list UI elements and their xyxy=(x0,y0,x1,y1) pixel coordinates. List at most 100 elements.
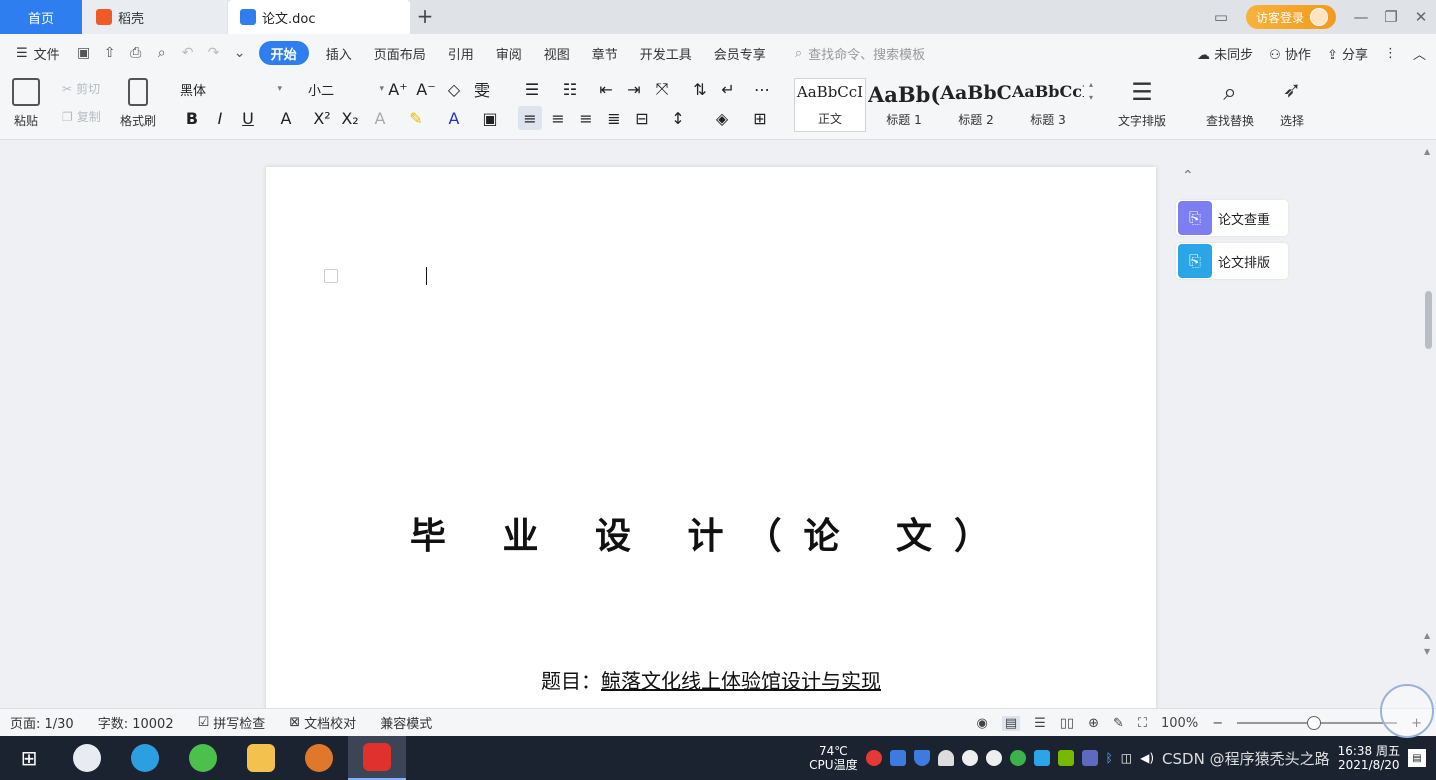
page-indicator[interactable]: 页面: 1/30 xyxy=(10,713,74,732)
grow-font-icon[interactable]: A⁺ xyxy=(386,77,410,101)
customize-icon[interactable]: ⌄ xyxy=(227,34,253,72)
clock[interactable]: 16:38 周五 2021/8/20 xyxy=(1338,744,1400,772)
qq-icon[interactable] xyxy=(985,750,1002,766)
print-preview-icon[interactable]: ⌕ xyxy=(149,34,175,72)
vertical-scrollbar[interactable]: ▲ ▲ ▼ xyxy=(1421,141,1436,708)
shield-icon[interactable] xyxy=(913,750,930,766)
line-spacing-icon[interactable]: ↕ xyxy=(666,106,690,130)
fit-page-icon[interactable]: ⛶ xyxy=(1138,716,1147,731)
tab-stops-icon[interactable]: ⋯ xyxy=(750,77,774,101)
tab-home[interactable]: 首页 xyxy=(0,0,82,34)
wechat-icon[interactable] xyxy=(1009,750,1026,766)
zoom-out-icon[interactable]: − xyxy=(1212,716,1223,731)
taskbar-app-ie[interactable] xyxy=(116,736,174,780)
menu-references[interactable]: 引用 xyxy=(437,34,485,72)
taskbar-app-browser[interactable] xyxy=(174,736,232,780)
copy-button[interactable]: ❐ 复制 xyxy=(62,108,101,125)
menu-view[interactable]: 视图 xyxy=(533,34,581,72)
taskbar-app-fan[interactable] xyxy=(58,736,116,780)
align-right-icon[interactable]: ≡ xyxy=(574,106,598,130)
char-border-icon[interactable]: ▣ xyxy=(478,106,502,130)
cut-button[interactable]: ✂ 剪切 xyxy=(62,80,100,97)
style-heading1[interactable]: AaBb( 标题 1 xyxy=(868,78,940,132)
bullet-list-icon[interactable]: ☰ xyxy=(520,77,544,101)
styles-scroll[interactable]: ▴ ▾ xyxy=(1089,80,1093,102)
text-direction-icon[interactable]: ⇅ xyxy=(688,77,712,101)
eye-protect-icon[interactable]: ◉ xyxy=(976,716,987,731)
distribute-icon[interactable]: ⊟ xyxy=(630,106,654,130)
highlight-icon[interactable]: ✎ xyxy=(404,106,428,130)
edit-icon[interactable]: ✎ xyxy=(1113,716,1124,731)
strikethrough-icon[interactable]: A xyxy=(274,106,298,130)
menu-start[interactable]: 开始 xyxy=(258,41,309,65)
numbered-list-icon[interactable]: ☷ xyxy=(558,77,582,101)
network-icon[interactable]: ◫ xyxy=(1121,751,1132,765)
tray-app-icon[interactable] xyxy=(889,750,906,766)
page-view-icon[interactable]: ▤ xyxy=(1001,715,1021,731)
taskbar-app-game[interactable] xyxy=(290,736,348,780)
italic-icon[interactable]: I xyxy=(208,106,232,130)
spell-check-button[interactable]: ☑ 拼写检查 xyxy=(198,713,266,732)
find-replace-button[interactable]: ⌕ 查找替换 xyxy=(1206,78,1254,129)
underline-icon[interactable]: U xyxy=(236,106,260,130)
menu-developer[interactable]: 开发工具 xyxy=(629,34,703,72)
scroll-up-icon[interactable]: ▲ xyxy=(1424,147,1430,156)
nvidia-icon[interactable] xyxy=(1057,750,1074,766)
menu-insert[interactable]: 插入 xyxy=(315,34,363,72)
command-search[interactable]: ⌕ 查找命令、搜索模板 xyxy=(795,44,925,63)
tray-app-icon[interactable] xyxy=(1033,750,1050,766)
taskbar-app-wps[interactable] xyxy=(348,736,406,780)
redo-icon[interactable]: ↷ xyxy=(201,34,227,72)
tab-daoke[interactable]: 稻壳 xyxy=(82,0,227,34)
chinese-layout-icon[interactable]: ⤧ xyxy=(650,77,674,101)
more-icon[interactable]: ⋮ xyxy=(1384,46,1397,61)
side-panel-collapse-icon[interactable]: ⌃ xyxy=(1182,168,1194,184)
start-button[interactable]: ⊞ xyxy=(0,736,58,780)
superscript-icon[interactable]: X² xyxy=(310,106,334,130)
font-size-select[interactable]: 小二 ▾ xyxy=(308,78,384,100)
guest-login-button[interactable]: 访客登录 xyxy=(1245,5,1336,29)
floating-assistant-ball[interactable] xyxy=(1380,684,1434,738)
tray-app-icon[interactable] xyxy=(1081,750,1098,766)
restore-button[interactable]: ❐ xyxy=(1376,0,1406,34)
show-marks-icon[interactable]: ↵ xyxy=(716,77,740,101)
cpu-temperature[interactable]: 74℃ CPU温度 xyxy=(809,744,857,772)
style-heading2[interactable]: AaBbC 标题 2 xyxy=(940,78,1012,132)
subscript-icon[interactable]: X₂ xyxy=(338,106,362,130)
menu-review[interactable]: 审阅 xyxy=(485,34,533,72)
text-layout-button[interactable]: ☰ 文字排版 xyxy=(1118,78,1166,129)
outdent-icon[interactable]: ⇤ xyxy=(594,77,618,101)
paste-button[interactable]: 粘贴 xyxy=(12,78,40,129)
scroll-down-icon[interactable]: ▼ xyxy=(1424,647,1430,656)
document-page[interactable]: 毕 业 设 计（论 文） 题目：鲸落文化线上体验馆设计与实现 xyxy=(266,167,1156,708)
text-effect-icon[interactable]: A xyxy=(368,106,392,130)
save-icon[interactable]: ▣ xyxy=(71,34,97,72)
output-icon[interactable]: ⇧ xyxy=(97,34,123,72)
style-normal[interactable]: AaBbCcI 正文 xyxy=(794,78,866,132)
align-center-icon[interactable]: ≡ xyxy=(546,106,570,130)
web-view-icon[interactable]: ⊕ xyxy=(1088,716,1099,731)
action-center-icon[interactable]: ▤ xyxy=(1408,749,1426,767)
taskbar-app-explorer[interactable] xyxy=(232,736,290,780)
print-icon[interactable]: ⎙ xyxy=(123,34,149,72)
tablet-mode-icon[interactable]: ▭ xyxy=(1206,0,1236,34)
tray-app-icon[interactable] xyxy=(865,750,882,766)
shrink-font-icon[interactable]: A⁻ xyxy=(414,77,438,101)
align-left-icon[interactable]: ≡ xyxy=(518,106,542,130)
zoom-slider-knob[interactable] xyxy=(1307,716,1322,730)
scroll-up-icon[interactable]: ▲ xyxy=(1424,631,1430,640)
doc-proof-button[interactable]: ⊠ 文档校对 xyxy=(289,713,356,732)
paragraph-handle-icon[interactable] xyxy=(324,269,338,283)
side-item-plagiarism-check[interactable]: ⎘ 论文查重 xyxy=(1176,200,1288,236)
zoom-slider[interactable] xyxy=(1237,716,1398,730)
side-item-thesis-format[interactable]: ⎘ 论文排版 xyxy=(1176,243,1288,279)
select-button[interactable]: ➶ 选择 xyxy=(1280,78,1304,129)
notification-bell-icon[interactable] xyxy=(937,750,954,766)
word-count[interactable]: 字数: 10002 xyxy=(98,713,174,732)
justify-icon[interactable]: ≣ xyxy=(602,106,626,130)
format-painter-button[interactable]: 格式刷 xyxy=(120,78,156,129)
file-menu[interactable]: ☰ 文件 xyxy=(0,34,71,72)
menu-sections[interactable]: 章节 xyxy=(581,34,629,72)
tab-document[interactable]: 论文.doc xyxy=(228,0,410,34)
scrollbar-thumb[interactable] xyxy=(1425,291,1432,349)
